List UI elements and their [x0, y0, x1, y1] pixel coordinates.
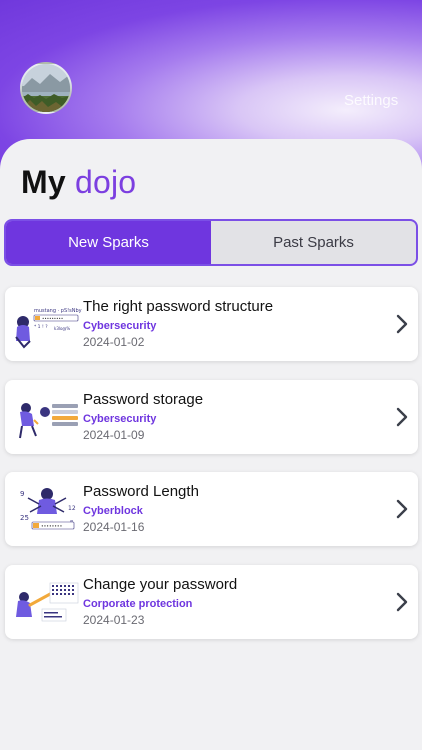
chevron-right-icon: [396, 592, 408, 612]
page-title: My dojo: [21, 164, 136, 201]
spark-title: Password storage: [83, 391, 204, 408]
title-accent: dojo: [74, 164, 137, 200]
password-storage-illustration: [19, 403, 78, 439]
spark-category: Cybersecurity: [83, 413, 157, 425]
chevron-right-icon: [396, 407, 408, 427]
spark-tabs: New Sparks Past Sparks: [4, 219, 418, 266]
change-password-illustration: [16, 582, 79, 622]
spark-title: Password Length: [83, 483, 199, 500]
spark-category: Cyberblock: [83, 505, 143, 517]
svg-text:k3lo@%: k3lo@%: [54, 326, 70, 331]
spark-card[interactable]: Password storage Cybersecurity 2024-01-0…: [5, 380, 418, 454]
tab-new-sparks[interactable]: New Sparks: [6, 221, 211, 264]
spark-card[interactable]: mustang · pS!sNbyS ••••••••• * 1 ! ? k3l…: [5, 287, 418, 361]
spark-date: 2024-01-02: [83, 335, 145, 349]
chevron-right-icon: [396, 499, 408, 519]
password-structure-illustration: mustang · pS!sNbyS ••••••••• * 1 ! ? k3l…: [15, 308, 82, 349]
svg-text:••••••••: ••••••••: [41, 525, 62, 530]
title-prefix: My: [21, 164, 66, 200]
tab-past-sparks[interactable]: Past Sparks: [211, 221, 416, 264]
chevron-right-icon: [396, 314, 408, 334]
spark-title: Change your password: [83, 576, 238, 593]
spark-title: The right password structure: [83, 298, 274, 315]
svg-text:25: 25: [20, 514, 29, 522]
svg-text:•••••••••: •••••••••: [42, 316, 63, 321]
avatar[interactable]: [20, 62, 72, 114]
spark-category: Cybersecurity: [83, 320, 157, 332]
svg-text:* 1 ! ?: * 1 ! ?: [34, 324, 48, 330]
spark-date: 2024-01-16: [83, 520, 145, 534]
spark-card[interactable]: Change your password Corporate protectio…: [5, 565, 418, 639]
spark-date: 2024-01-23: [83, 613, 145, 627]
password-length-illustration: 9 12 25 8 ••••••••: [20, 488, 76, 530]
svg-text:mustang · pS!sNbyS: mustang · pS!sNbyS: [34, 308, 82, 314]
spark-date: 2024-01-09: [83, 428, 145, 442]
svg-text:12: 12: [68, 505, 76, 512]
settings-link[interactable]: Settings: [344, 92, 398, 109]
svg-text:9: 9: [20, 490, 24, 498]
spark-card[interactable]: 9 12 25 8 •••••••• Password Length Cyber…: [5, 472, 418, 546]
spark-category: Corporate protection: [83, 598, 193, 610]
